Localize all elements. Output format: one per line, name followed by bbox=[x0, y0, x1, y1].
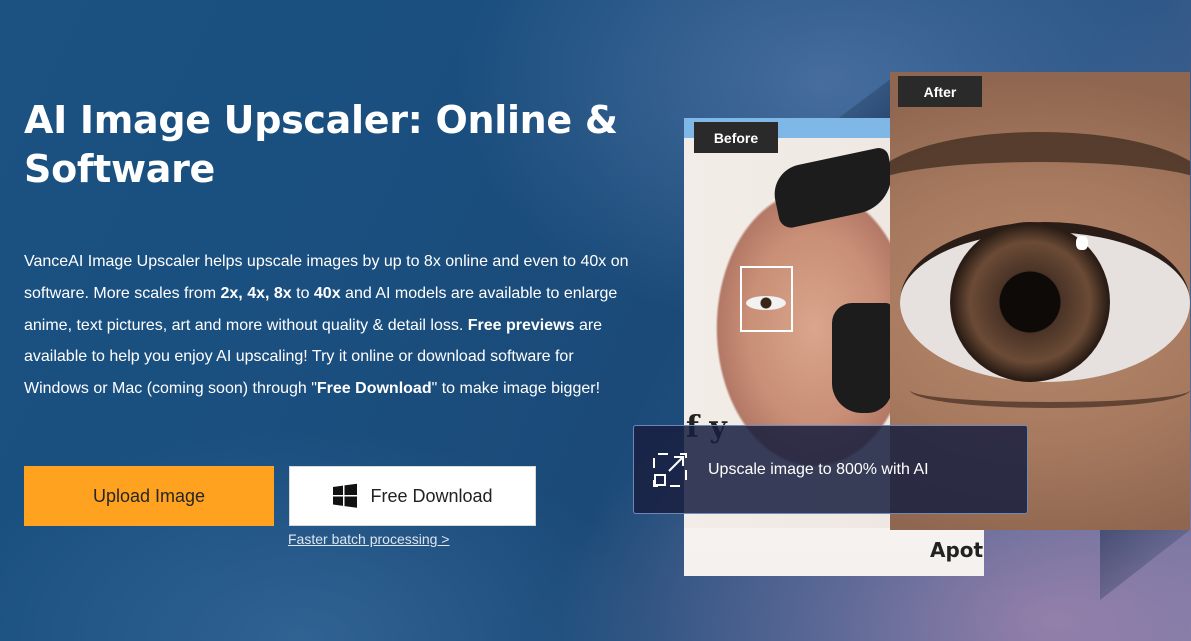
desc-text: " to make image bigger! bbox=[431, 380, 601, 398]
before-image-text: Apot bbox=[930, 538, 984, 562]
desc-text: to bbox=[291, 284, 314, 302]
upload-image-label: Upload Image bbox=[92, 485, 206, 506]
desc-bold-scales: 2x, 4x, 8x bbox=[220, 284, 292, 302]
windows-icon bbox=[333, 483, 358, 508]
decorative-shadow bbox=[1100, 530, 1190, 600]
hero-description: VanceAI Image Upscaler helps upscale ima… bbox=[24, 246, 634, 405]
before-label: Before bbox=[694, 122, 778, 153]
page-title: AI Image Upscaler: Online & Software bbox=[24, 98, 618, 191]
face-paint bbox=[832, 303, 892, 413]
free-download-button[interactable]: Free Download bbox=[289, 466, 536, 526]
upscale-info-card: Upscale image to 800% with AI bbox=[633, 425, 1028, 514]
upscale-info-text: Upscale image to 800% with AI bbox=[708, 460, 929, 478]
upload-image-button[interactable]: Upload Image bbox=[24, 466, 274, 526]
desc-bold-free-download: Free Download bbox=[316, 380, 432, 398]
eye-glint bbox=[1076, 236, 1088, 250]
batch-processing-link[interactable]: Faster batch processing > bbox=[288, 531, 449, 547]
desc-bold-40x: 40x bbox=[313, 284, 341, 302]
lower-lash bbox=[910, 372, 1190, 408]
free-download-label: Free Download bbox=[370, 485, 493, 506]
desc-bold-free-previews: Free previews bbox=[467, 316, 575, 334]
zoom-selection-box bbox=[740, 266, 793, 332]
expand-icon bbox=[653, 452, 687, 487]
after-label: After bbox=[898, 76, 982, 107]
